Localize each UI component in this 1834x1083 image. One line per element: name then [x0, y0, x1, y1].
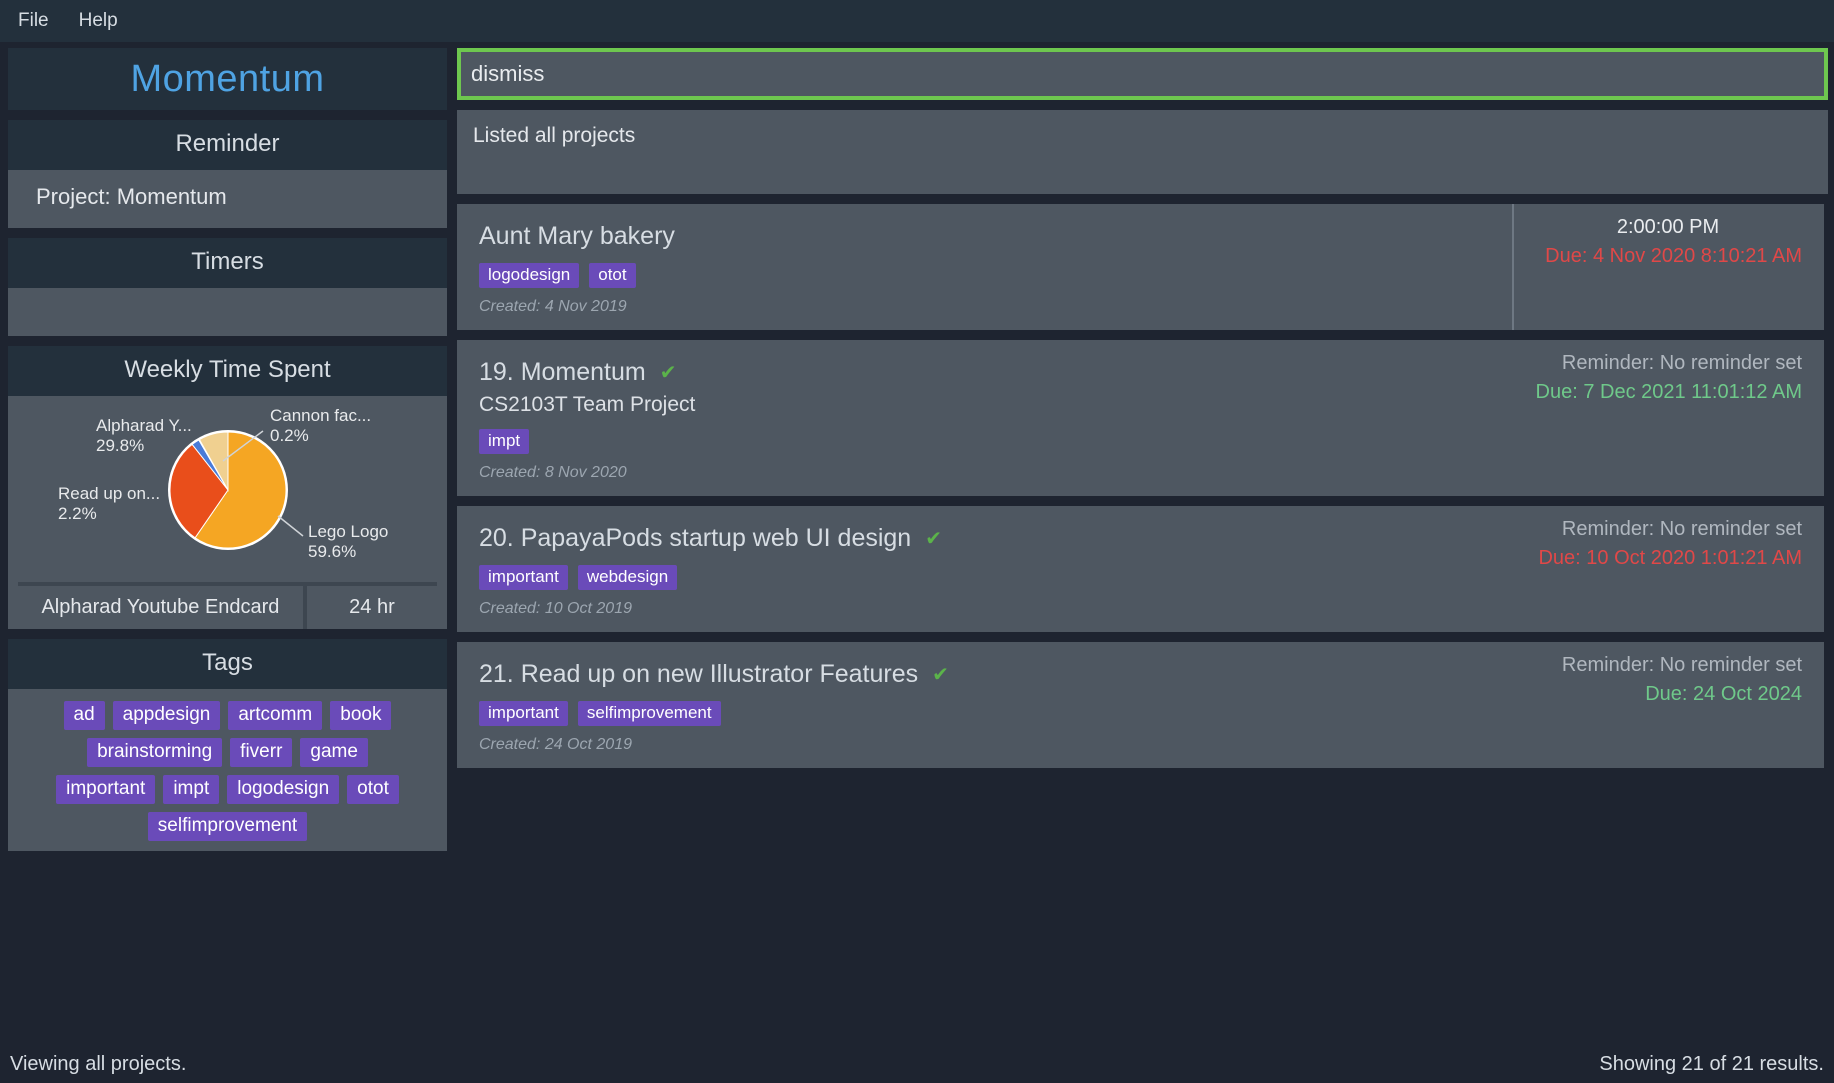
project-card[interactable]: 21. Read up on new Illustrator Features✔…: [457, 642, 1824, 768]
project-subtitle: CS2103T Team Project: [479, 393, 1512, 417]
weekly-row-hours: 24 hr: [303, 582, 437, 629]
pie-label-alpharad: Alpharad Y...: [96, 416, 192, 435]
content-area: Listed all projects Aunt Mary bakery logo…: [455, 42, 1834, 1045]
menu-help[interactable]: Help: [79, 10, 118, 32]
reminder-header: Reminder: [8, 120, 447, 170]
status-message: Listed all projects: [457, 110, 1828, 194]
tag-ad[interactable]: ad: [64, 701, 105, 730]
tags-panel: Tags ad appdesignartcomm book brainstorming…: [8, 639, 447, 851]
tags-header: Tags: [8, 639, 447, 689]
pie-label-cannon-pct: 0.2%: [270, 426, 309, 445]
tag-impt[interactable]: impt: [479, 429, 529, 454]
timers-body: [8, 288, 447, 336]
project-card[interactable]: 20. PapayaPods startup web UI design✔ imp…: [457, 506, 1824, 632]
project-title: Aunt Mary bakery: [479, 222, 1512, 251]
check-icon: ✔: [660, 360, 677, 385]
project-due: Due: 24 Oct 2024: [1532, 683, 1802, 706]
project-title: 20. PapayaPods startup web UI design✔: [479, 524, 1512, 553]
project-tags: important webdesign: [479, 565, 1512, 590]
tag-logodesign[interactable]: logodesign: [479, 263, 579, 288]
tag-book[interactable]: book: [330, 701, 391, 730]
timers-header: Timers: [8, 238, 447, 288]
project-time: 2:00:00 PM: [1534, 216, 1802, 239]
project-created: Created: 10 Oct 2019: [479, 600, 1512, 618]
menu-bar: File Help: [0, 0, 1834, 42]
project-created: Created: 24 Oct 2019: [479, 736, 1512, 754]
sidebar: Momentum Reminder Project: Momentum Time…: [0, 42, 455, 1045]
project-card[interactable]: 19. Momentum✔ CS2103T Team Project impt Cre…: [457, 340, 1824, 496]
project-title: 21. Read up on new Illustrator Features✔: [479, 660, 1512, 689]
reminder-panel: Reminder Project: Momentum: [8, 120, 447, 228]
command-input[interactable]: [467, 55, 1818, 93]
project-card[interactable]: Aunt Mary bakery logodesign otot Created: 4…: [457, 204, 1824, 330]
tag-selfimprovement[interactable]: selfimprovement: [578, 701, 721, 726]
check-icon: ✔: [932, 662, 949, 687]
project-list[interactable]: Aunt Mary bakery logodesign otot Created: 4…: [457, 204, 1828, 1039]
tag-game[interactable]: game: [300, 738, 368, 767]
tag-impt[interactable]: impt: [163, 775, 219, 804]
project-due: Due: 7 Dec 2021 11:01:12 AM: [1532, 381, 1802, 404]
tag-important[interactable]: important: [479, 701, 568, 726]
weekly-panel: Weekly Time Spent Alpharad Y... 29.8% Re…: [8, 346, 447, 629]
project-tags: important selfimprovement: [479, 701, 1512, 726]
project-due: Due: 4 Nov 2020 8:10:21 AM: [1534, 245, 1802, 268]
project-created: Created: 4 Nov 2019: [479, 298, 1512, 316]
app-title: Momentum: [8, 48, 447, 110]
check-icon: ✔: [925, 526, 942, 551]
footer-right: Showing 21 of 21 results.: [1599, 1053, 1824, 1076]
tag-fiverr[interactable]: fiverr: [230, 738, 292, 767]
weekly-row-name: Alpharad Youtube Endcard: [18, 582, 303, 629]
tag-otot[interactable]: otot: [589, 263, 635, 288]
tag-important[interactable]: important: [56, 775, 155, 804]
project-reminder: Reminder: No reminder set: [1532, 654, 1802, 677]
tags-body: ad appdesignartcomm book brainstorming fiver…: [8, 689, 447, 851]
footer-left: Viewing all projects.: [10, 1053, 186, 1076]
project-reminder: Reminder: No reminder set: [1532, 518, 1802, 541]
command-box: [457, 48, 1828, 100]
tag-webdesign[interactable]: webdesign: [578, 565, 677, 590]
project-due: Due: 10 Oct 2020 1:01:21 AM: [1532, 547, 1802, 570]
tag-artcomm[interactable]: artcomm: [228, 701, 322, 730]
tag-otot[interactable]: otot: [347, 775, 399, 804]
timers-panel: Timers: [8, 238, 447, 336]
project-tags: impt: [479, 429, 1512, 454]
menu-file[interactable]: File: [18, 10, 49, 32]
weekly-header: Weekly Time Spent: [8, 346, 447, 396]
weekly-pie-chart: Alpharad Y... 29.8% Read up on... 2.2% C…: [18, 406, 437, 576]
pie-label-cannon: Cannon fac...: [270, 406, 371, 425]
tag-appdesign[interactable]: appdesign: [113, 701, 221, 730]
status-bar: Viewing all projects. Showing 21 of 21 r…: [0, 1045, 1834, 1083]
tag-important[interactable]: important: [479, 565, 568, 590]
tag-brainstorming[interactable]: brainstorming: [87, 738, 222, 767]
pie-label-readup-pct: 2.2%: [58, 504, 97, 523]
tag-logodesign[interactable]: logodesign: [227, 775, 339, 804]
project-created: Created: 8 Nov 2020: [479, 464, 1512, 482]
pie-label-alpharad-pct: 29.8%: [96, 436, 144, 455]
pie-label-lego: Lego Logo: [308, 522, 388, 541]
project-tags: logodesign otot: [479, 263, 1512, 288]
tag-selfimprovement[interactable]: selfimprovement: [148, 812, 307, 841]
reminder-text: Project: Momentum: [8, 170, 447, 228]
pie-label-readup: Read up on...: [58, 484, 160, 503]
project-reminder: Reminder: No reminder set: [1532, 352, 1802, 375]
project-title: 19. Momentum✔: [479, 358, 1512, 387]
pie-label-lego-pct: 59.6%: [308, 542, 356, 561]
